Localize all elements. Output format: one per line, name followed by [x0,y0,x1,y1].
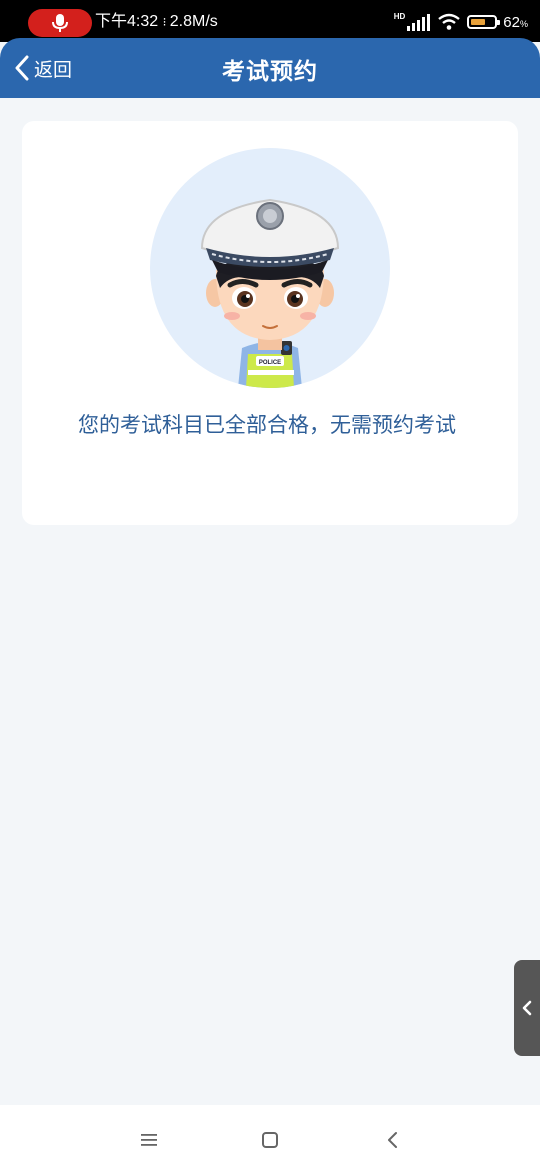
status-time-speed: 下午4:32 ⁝ 2.8M/s [95,12,218,32]
microphone-icon [52,14,68,32]
status-icons: HD 62% [394,10,528,34]
home-icon [262,1132,278,1148]
clock: 下午4:32 [95,13,159,30]
result-card: POLICE 您的考试科目已全部合格，无需预约考试 [22,121,518,525]
app-header: 返回 考试预约 [0,38,540,98]
police-officer-avatar: POLICE [200,198,340,388]
recording-indicator[interactable] [28,9,92,37]
battery-percent-value: 62 [503,13,520,31]
hd-label: HD [393,11,406,21]
status-bar: 下午4:32 ⁝ 2.8M/s HD 62% [0,0,540,42]
system-nav-bar [0,1105,540,1170]
side-drawer-handle[interactable] [514,960,540,1056]
back-icon [388,1132,397,1148]
menu-icon [141,1134,157,1146]
page-title: 考试预约 [222,59,318,85]
battery-icon [467,15,501,29]
nav-menu-button[interactable] [134,1125,164,1155]
chevron-left-icon [522,1000,532,1016]
nav-home-button[interactable] [255,1125,285,1155]
battery-percent: 62% [503,14,528,31]
battery-fill [471,19,486,25]
network-speed: 2.8M/s [169,13,218,30]
avatar: POLICE [150,148,390,388]
police-badge-text: POLICE [259,360,281,366]
nav-back-button[interactable] [378,1125,408,1155]
result-message: 您的考试科目已全部合格，无需预约考试 [78,413,456,437]
separator-icon: ⁝ [162,15,170,29]
signal-icon [407,14,431,31]
battery-percent-unit: % [519,18,528,29]
wifi-icon [438,13,461,30]
